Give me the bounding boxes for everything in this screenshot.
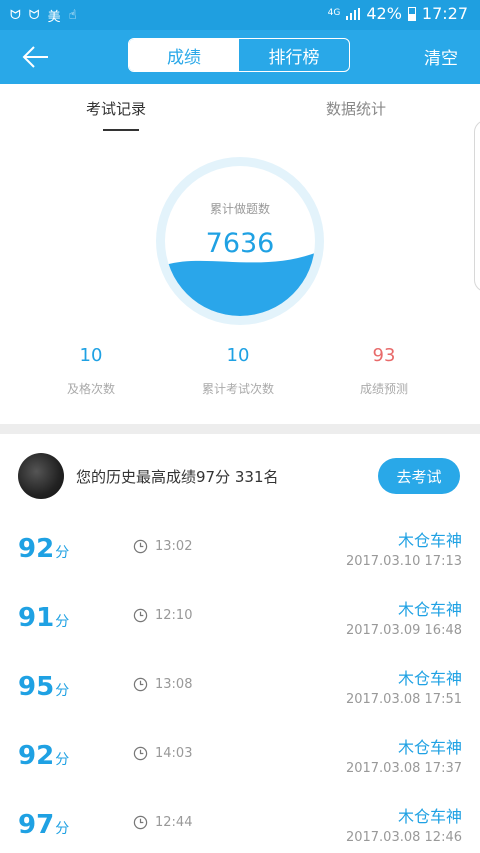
record-score: 91分 <box>18 603 70 633</box>
record-score: 97分 <box>18 810 70 840</box>
record-date: 2017.03.10 17:13 <box>345 554 462 569</box>
stat-score-prediction: 93 成绩预测 <box>314 345 454 397</box>
back-button[interactable] <box>20 42 52 72</box>
sub-tabs: 考试记录 数据统计 <box>0 84 480 132</box>
clock-icon <box>133 815 148 830</box>
record-date: 2017.03.09 16:48 <box>345 623 462 638</box>
record-score: 92分 <box>18 741 70 771</box>
clock-time: 17:27 <box>421 4 468 23</box>
cat-icon: ᗢ <box>10 8 21 23</box>
avatar[interactable] <box>18 453 64 499</box>
app-header: 成绩 排行榜 清空 <box>0 30 480 84</box>
cat-icon: ᗢ <box>28 8 40 23</box>
stat-pass-count: 10 及格次数 <box>21 345 161 397</box>
record-user: 木仓车神 <box>397 807 462 826</box>
record-user: 木仓车神 <box>397 738 462 757</box>
section-divider <box>0 424 480 434</box>
record-score: 95分 <box>18 672 70 702</box>
side-panel-edge <box>474 120 480 292</box>
clock-icon <box>133 677 148 692</box>
history-best-text: 您的历史最高成绩97分 331名 <box>76 468 279 486</box>
stat-value: 10 <box>226 345 250 366</box>
hand-icon: ☝ <box>68 8 77 23</box>
total-questions: 7636 <box>205 228 275 259</box>
stat-exam-count: 10 累计考试次数 <box>168 345 308 397</box>
list-item[interactable]: 92分 13:02 木仓车神 2017.03.10 17:13 <box>0 514 480 576</box>
record-duration: 14:03 <box>155 746 193 761</box>
stat-label: 及格次数 <box>66 382 115 396</box>
notification-icons: ᗢ ᗢ 美 ☝ <box>10 6 77 25</box>
record-user: 木仓车神 <box>397 669 462 688</box>
stat-value: 10 <box>79 345 103 366</box>
progress-ring: 累计做题数 7636 <box>156 157 324 325</box>
ring-title: 累计做题数 <box>209 202 270 216</box>
stat-label: 累计考试次数 <box>201 382 274 396</box>
segmented-control: 成绩 排行榜 <box>128 38 350 72</box>
stat-label: 成绩预测 <box>359 382 408 396</box>
record-user: 木仓车神 <box>397 600 462 619</box>
take-exam-button[interactable]: 去考试 <box>378 458 460 494</box>
arrow-left-icon <box>22 46 48 68</box>
clock-icon <box>133 539 148 554</box>
tab-ranking[interactable]: 排行榜 <box>239 39 349 71</box>
record-score: 92分 <box>18 534 70 564</box>
list-item[interactable]: 91分 12:10 木仓车神 2017.03.09 16:48 <box>0 583 480 645</box>
record-date: 2017.03.08 12:46 <box>345 830 462 845</box>
record-date: 2017.03.08 17:51 <box>345 692 462 707</box>
clock-icon <box>133 608 148 623</box>
list-item[interactable]: 92分 14:03 木仓车神 2017.03.08 17:37 <box>0 721 480 783</box>
stat-value: 93 <box>372 345 396 366</box>
record-duration: 13:02 <box>155 539 193 554</box>
status-bar: ᗢ ᗢ 美 ☝ 4G 42% 17:27 <box>0 0 480 30</box>
history-best: 您的历史最高成绩97分 331名 去考试 <box>0 446 480 506</box>
tab-indicator <box>103 129 139 131</box>
record-user: 木仓车神 <box>397 531 462 550</box>
list-item[interactable]: 95分 13:08 木仓车神 2017.03.08 17:51 <box>0 652 480 714</box>
list-item[interactable]: 97分 12:44 木仓车神 2017.03.08 12:46 <box>0 790 480 852</box>
signal-icon <box>346 7 361 20</box>
mei-icon: 美 <box>47 10 61 25</box>
record-duration: 12:44 <box>155 815 193 830</box>
record-duration: 13:08 <box>155 677 193 692</box>
ring-inner: 累计做题数 7636 <box>165 166 315 316</box>
record-date: 2017.03.08 17:37 <box>345 761 462 776</box>
battery-percent: 42% <box>366 4 402 23</box>
tab-scores[interactable]: 成绩 <box>129 39 239 71</box>
system-status: 4G 42% 17:27 <box>328 4 468 23</box>
record-duration: 12:10 <box>155 608 193 623</box>
battery-icon <box>407 6 416 21</box>
network-type: 4G <box>327 8 341 18</box>
tab-exam-records[interactable]: 考试记录 <box>86 98 146 119</box>
clock-icon <box>133 746 148 761</box>
clear-button[interactable]: 清空 <box>424 44 458 69</box>
tab-data-stats[interactable]: 数据统计 <box>326 98 386 119</box>
